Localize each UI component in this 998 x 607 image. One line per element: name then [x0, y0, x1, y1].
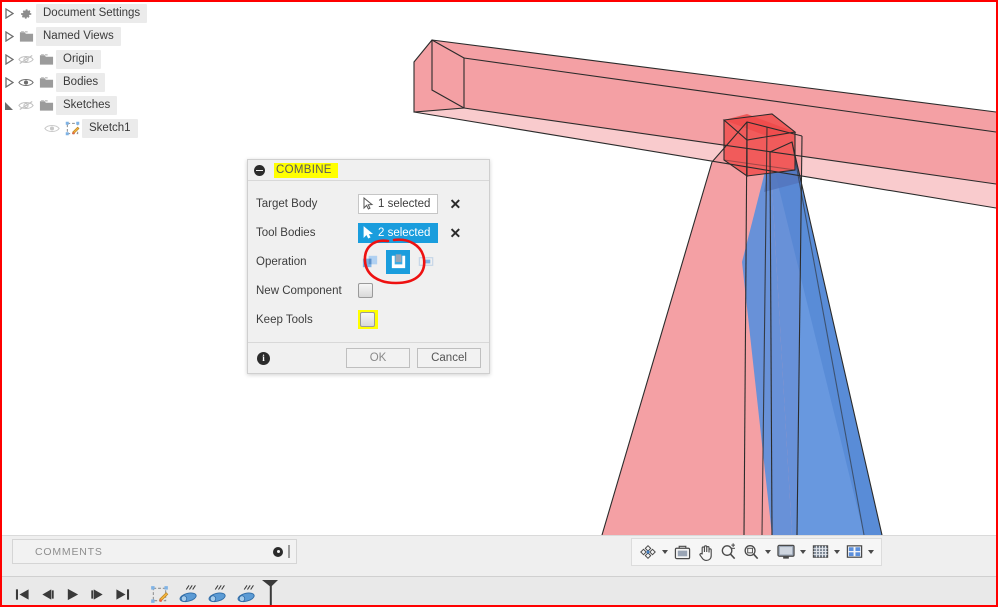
browser-tree: Document Settings Named Views Origin Bod… — [2, 2, 232, 140]
cancel-button[interactable]: Cancel — [417, 348, 481, 368]
clear-tool-bodies-icon[interactable]: ✕ — [449, 226, 461, 240]
sketch-icon — [62, 117, 82, 140]
step-back-icon[interactable] — [35, 580, 60, 606]
operation-join-button[interactable] — [358, 250, 382, 274]
pan-icon[interactable] — [694, 540, 717, 564]
operation-intersect-button[interactable] — [414, 250, 438, 274]
play-icon[interactable] — [60, 580, 85, 606]
tree-item-label: Document Settings — [36, 4, 148, 23]
keep-tools-label: Keep Tools — [256, 313, 313, 326]
eye-hidden-icon[interactable] — [16, 94, 36, 117]
keep-tools-checkbox[interactable] — [360, 312, 375, 327]
expand-arrow-icon[interactable] — [2, 25, 16, 48]
expand-arrow-icon[interactable] — [2, 2, 16, 25]
target-body-selection[interactable]: 1 selected — [358, 193, 439, 214]
fit-icon[interactable] — [740, 540, 763, 564]
operation-toggle-group — [358, 249, 438, 274]
timeline-features — [145, 578, 278, 605]
eye-visible-icon[interactable] — [16, 71, 36, 94]
step-forward-icon[interactable] — [85, 580, 110, 606]
tool-bodies-selection[interactable]: 2 selected — [358, 222, 439, 243]
gear-icon — [16, 2, 36, 25]
comments-label: COMMENTS — [35, 545, 103, 558]
folder-icon — [36, 71, 56, 94]
footer-buttons: OK Cancel — [346, 348, 481, 368]
grid-caret-icon[interactable] — [834, 550, 840, 554]
dialog-footer: i OK Cancel — [248, 342, 489, 373]
grid-snaps-icon[interactable] — [809, 540, 832, 564]
tree-item-label: Origin — [56, 50, 101, 69]
timeline-bar — [2, 576, 996, 606]
timeline-end-marker[interactable] — [261, 578, 278, 605]
tool-bodies-value: 2 selected — [378, 226, 431, 239]
tree-item-sketch1[interactable]: Sketch1 — [2, 117, 232, 140]
keep-tools-highlight — [358, 310, 378, 329]
target-body-value: 1 selected — [378, 197, 431, 210]
operation-label: Operation — [256, 255, 307, 268]
dialog-body: Target Body 1 selected ✕ Tool Bodies 2 s… — [248, 181, 489, 342]
timeline-sketch-feature[interactable] — [145, 578, 174, 605]
orbit-icon[interactable] — [636, 540, 660, 564]
tree-item-label: Named Views — [36, 27, 121, 46]
tool-bodies-label: Tool Bodies — [256, 226, 316, 239]
fusion-window: .edge { stroke:#2b2b2b; stroke-width:1.1… — [0, 0, 998, 607]
clear-target-body-icon[interactable]: ✕ — [449, 197, 461, 211]
row-keep-tools: Keep Tools — [248, 305, 489, 334]
look-at-icon[interactable] — [671, 540, 694, 564]
fit-caret-icon[interactable] — [765, 550, 771, 554]
comments-bar[interactable]: COMMENTS — [12, 539, 297, 564]
comments-actions — [273, 545, 290, 558]
cursor-arrow-icon — [363, 197, 374, 210]
tree-item-bodies[interactable]: Bodies — [2, 71, 232, 94]
combine-dialog[interactable]: COMBINE Target Body 1 selected ✕ Tool Bo… — [247, 159, 490, 374]
info-icon[interactable]: i — [257, 351, 270, 365]
row-operation: Operation — [248, 247, 489, 276]
new-component-label: New Component — [256, 284, 342, 297]
display-caret-icon[interactable] — [800, 550, 806, 554]
timeline-extrude-feature-2[interactable] — [203, 578, 232, 605]
new-component-checkbox[interactable] — [358, 283, 373, 298]
zoom-icon[interactable] — [717, 540, 740, 564]
expand-arrow-icon[interactable] — [2, 48, 16, 71]
target-body-label: Target Body — [256, 197, 318, 210]
view-navigation-toolbar — [631, 538, 882, 566]
cursor-arrow-icon — [363, 226, 374, 239]
timeline-extrude-feature-1[interactable] — [174, 578, 203, 605]
folder-icon — [36, 94, 56, 117]
operation-cut-button[interactable] — [386, 249, 410, 274]
minus-circle-icon[interactable] — [254, 164, 265, 176]
folder-icon — [36, 48, 56, 71]
eye-hidden-icon[interactable] — [42, 117, 62, 140]
tree-item-label: Sketches — [56, 96, 118, 115]
viewports-icon[interactable] — [843, 540, 866, 564]
row-tool-bodies: Tool Bodies 2 selected ✕ — [248, 218, 489, 247]
go-to-end-icon[interactable] — [110, 580, 135, 606]
orbit-caret-icon[interactable] — [662, 550, 668, 554]
row-target-body: Target Body 1 selected ✕ — [248, 189, 489, 218]
dialog-title: COMBINE — [274, 162, 338, 178]
resize-grip-icon[interactable] — [288, 545, 290, 558]
add-comment-icon[interactable] — [273, 546, 283, 557]
eye-hidden-icon[interactable] — [16, 48, 36, 71]
go-to-beginning-icon[interactable] — [10, 580, 35, 606]
row-new-component: New Component — [248, 276, 489, 305]
tree-item-named-views[interactable]: Named Views — [2, 25, 232, 48]
ok-button[interactable]: OK — [346, 348, 410, 368]
collapse-arrow-icon[interactable] — [2, 94, 16, 117]
tree-item-label: Sketch1 — [82, 119, 138, 138]
viewports-caret-icon[interactable] — [868, 550, 874, 554]
expand-arrow-icon[interactable] — [2, 71, 16, 94]
tree-item-sketches[interactable]: Sketches — [2, 94, 232, 117]
tree-item-document-settings[interactable]: Document Settings — [2, 2, 232, 25]
display-settings-icon[interactable] — [774, 540, 798, 564]
dialog-header[interactable]: COMBINE — [248, 160, 489, 181]
tree-item-label: Bodies — [56, 73, 106, 92]
timeline-extrude-feature-3[interactable] — [232, 578, 261, 605]
tree-item-origin[interactable]: Origin — [2, 48, 232, 71]
folder-icon — [16, 25, 36, 48]
